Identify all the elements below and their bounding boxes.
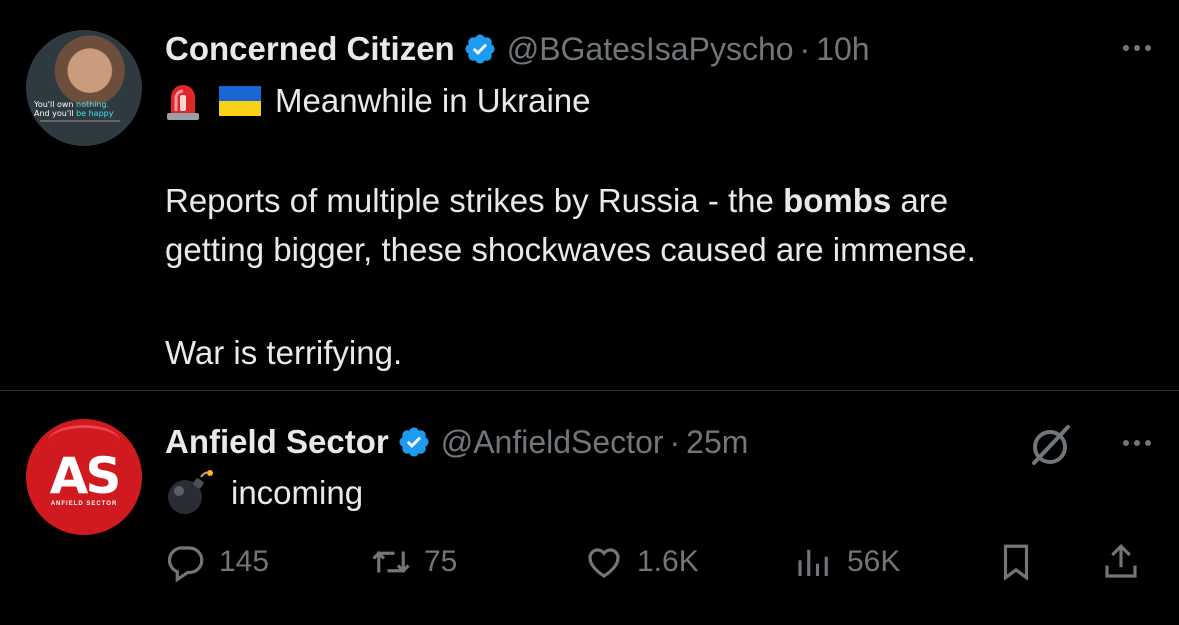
- tweet-text-line1: Meanwhile in Ukraine: [165, 76, 590, 125]
- avatar-logo-subtext: ANFIELD SECTOR: [50, 501, 118, 507]
- share-icon: [1105, 544, 1137, 578]
- reply-button[interactable]: 145: [165, 541, 269, 583]
- bookmark-button[interactable]: [995, 541, 1049, 583]
- bookmark-icon: [1003, 544, 1029, 581]
- tweet-header: Anfield Sector @AnfieldSector · 25m: [165, 419, 748, 465]
- repost-icon: [372, 551, 410, 573]
- timestamp[interactable]: 10h: [816, 31, 869, 68]
- more-icon[interactable]: [1123, 440, 1151, 446]
- timestamp[interactable]: 25m: [686, 424, 748, 461]
- repost-count: 75: [424, 545, 458, 578]
- tweet-1[interactable]: You'll own nothing. And you'll be happy …: [0, 0, 1179, 391]
- tweet-text: incoming: [165, 467, 363, 517]
- like-button[interactable]: 1.6K: [583, 541, 699, 583]
- author-name[interactable]: Anfield Sector: [165, 423, 389, 461]
- tweet-text-heading: Meanwhile in Ukraine: [275, 82, 591, 119]
- like-icon: [588, 548, 620, 578]
- ukraine-flag-emoji: [219, 85, 261, 116]
- avatar[interactable]: AS ANFIELD SECTOR: [26, 419, 142, 535]
- author-handle[interactable]: @BGatesIsaPyscho: [507, 31, 794, 68]
- grok-icon[interactable]: [1026, 421, 1074, 469]
- author-name[interactable]: Concerned Citizen: [165, 30, 455, 68]
- tweet-2[interactable]: AS ANFIELD SECTOR Anfield Sector @Anfiel…: [0, 391, 1179, 625]
- avatar[interactable]: You'll own nothing. And you'll be happy: [26, 30, 142, 146]
- tweet-text-paragraph: Reports of multiple strikes by Russia - …: [165, 182, 976, 268]
- verified-badge-icon: [399, 427, 429, 457]
- reply-icon: [167, 546, 204, 583]
- share-button[interactable]: [1100, 541, 1154, 583]
- repost-button[interactable]: 75: [370, 541, 457, 583]
- tweet-text-content: incoming: [231, 473, 364, 511]
- views-count: 56K: [847, 545, 901, 578]
- author-handle[interactable]: @AnfieldSector: [441, 424, 664, 461]
- verified-badge-icon: [465, 34, 495, 64]
- like-count: 1.6K: [637, 545, 699, 578]
- siren-emoji: [167, 84, 199, 120]
- views-icon: [798, 549, 828, 576]
- tweet-header: Concerned Citizen @BGatesIsaPyscho · 10h: [165, 26, 870, 72]
- time-separator: ·: [669, 423, 681, 460]
- views-button[interactable]: 56K: [793, 541, 900, 583]
- tweet-text-closing: War is terrifying.: [165, 334, 403, 371]
- time-separator: ·: [799, 30, 811, 67]
- more-icon[interactable]: [1123, 45, 1151, 51]
- avatar-caption: You'll own nothing. And you'll be happy: [34, 100, 114, 118]
- avatar-logo-text: AS: [49, 447, 122, 505]
- bomb-emoji: [168, 470, 213, 514]
- tweet-actions: 145 75 1.6K 56K: [165, 541, 1155, 593]
- reply-count: 145: [219, 545, 270, 578]
